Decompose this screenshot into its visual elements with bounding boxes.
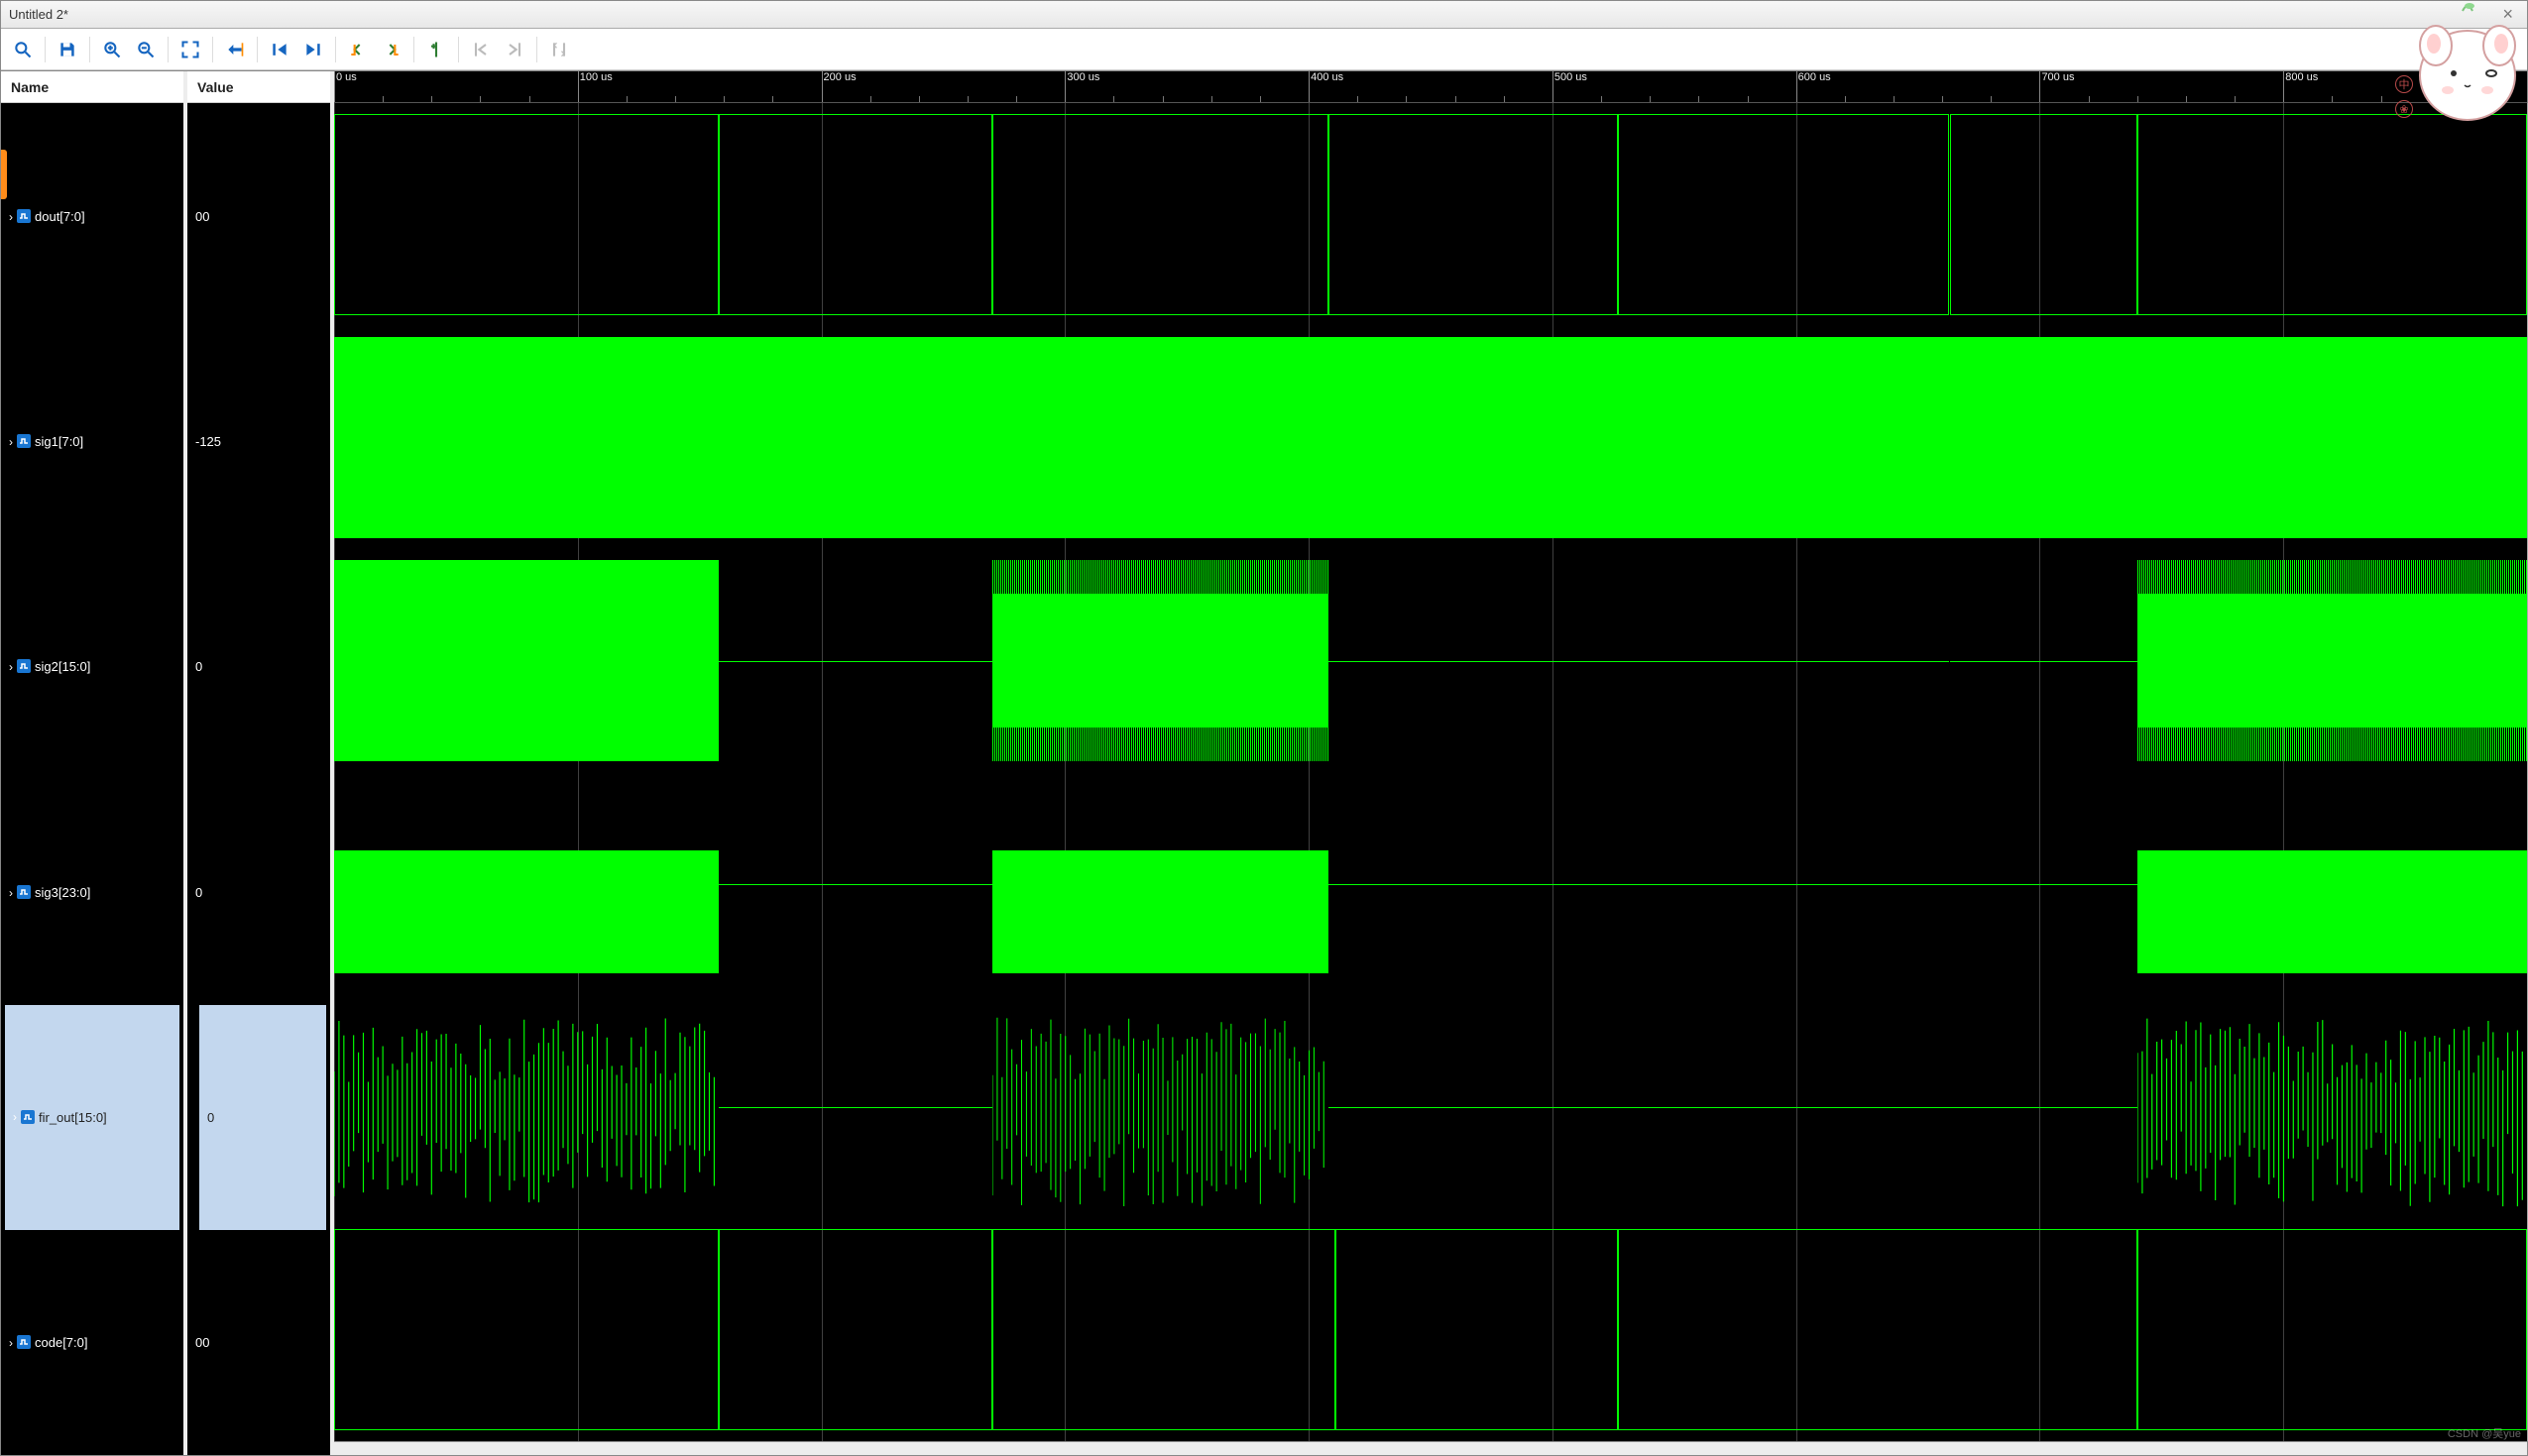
go-first-icon[interactable] [264, 34, 295, 65]
prev-marker-icon [465, 34, 497, 65]
signal-name-row[interactable]: › code[7:0] [1, 1230, 183, 1455]
signal-icon [17, 885, 31, 899]
ime-indicator2-icon[interactable]: ❀ [2395, 100, 2413, 118]
expand-icon[interactable]: › [9, 660, 13, 674]
signal-value-row[interactable]: 0 [187, 779, 330, 1004]
signal-name-row[interactable]: › sig1[7:0] [1, 328, 183, 553]
signal-name: code[7:0] [35, 1335, 88, 1350]
ruler-label: 0 us [336, 71, 357, 83]
left-resize-grip[interactable] [1, 150, 7, 199]
signal-name-row[interactable]: › sig2[15:0] [1, 554, 183, 779]
signal-name: sig1[7:0] [35, 434, 83, 449]
ruler-label: 100 us [580, 71, 613, 83]
ruler-label: 800 us [2285, 71, 2318, 83]
waveform-row-sig1[interactable] [334, 326, 2527, 549]
waveform-column[interactable]: 0 us 100 us 200 us 300 us 400 us 500 us 600 us… [334, 71, 2527, 1455]
toolbar-separator [89, 37, 90, 62]
signal-value-row[interactable]: 00 [187, 1230, 330, 1455]
toolbar-separator [257, 37, 258, 62]
close-icon[interactable]: × [2496, 4, 2519, 25]
ruler-label: 500 us [1554, 71, 1587, 83]
titlebar: Untitled 2* × [1, 1, 2527, 29]
signal-value-row[interactable]: -125 [187, 328, 330, 553]
signal-value: -125 [195, 434, 221, 449]
ruler-label: 400 us [1311, 71, 1343, 83]
waveform-row-code[interactable] [334, 1218, 2527, 1441]
signal-icon [21, 1110, 35, 1124]
main-area: Name › dout[7:0] › sig1[7:0] › sig2[15:0] › sig… [1, 70, 2527, 1455]
go-last-icon[interactable] [297, 34, 329, 65]
expand-icon[interactable]: › [9, 210, 13, 224]
signal-value-row[interactable]: 0 [187, 1004, 330, 1229]
signal-value: 00 [195, 209, 209, 224]
toolbar-separator [335, 37, 336, 62]
signal-name: fir_out[15:0] [39, 1110, 107, 1125]
signal-name-row[interactable]: › fir_out[15:0] [1, 1004, 183, 1229]
signal-value-row[interactable]: 00 [187, 103, 330, 328]
search-icon[interactable] [7, 34, 39, 65]
signal-name-row[interactable]: › dout[7:0] [1, 103, 183, 328]
zoom-fit-icon[interactable] [174, 34, 206, 65]
waveform-row-fir_out[interactable] [334, 995, 2527, 1218]
signal-icon [17, 659, 31, 673]
toolbar-separator [536, 37, 537, 62]
go-to-cursor-icon[interactable] [219, 34, 251, 65]
signal-name: sig3[23:0] [35, 885, 90, 900]
waveform-row-sig3[interactable] [334, 772, 2527, 995]
horizontal-scrollbar[interactable] [334, 1441, 2527, 1455]
time-ruler[interactable]: 0 us 100 us 200 us 300 us 400 us 500 us 600 us… [334, 71, 2527, 103]
expand-icon[interactable]: › [13, 1110, 17, 1124]
signal-value: 00 [195, 1335, 209, 1350]
signal-value: 0 [207, 1110, 214, 1125]
expand-icon[interactable]: › [9, 1336, 13, 1350]
value-column: Value 00-12500000 [187, 71, 334, 1455]
signal-value: 0 [195, 885, 202, 900]
expand-icon[interactable]: › [9, 435, 13, 449]
prev-transition-icon[interactable] [342, 34, 374, 65]
signal-name-row[interactable]: › sig3[23:0] [1, 779, 183, 1004]
value-column-header: Value [187, 71, 330, 103]
waveform-row-sig2[interactable] [334, 549, 2527, 772]
signal-value: 0 [195, 659, 202, 674]
signal-icon [17, 209, 31, 223]
signal-icon [17, 1335, 31, 1349]
name-column: Name › dout[7:0] › sig1[7:0] › sig2[15:0] › sig… [1, 71, 187, 1455]
next-marker-icon [499, 34, 530, 65]
signal-icon [17, 434, 31, 448]
swap-cursors-icon [543, 34, 575, 65]
zoom-in-icon[interactable] [96, 34, 128, 65]
toolbar-separator [212, 37, 213, 62]
toolbar-separator [413, 37, 414, 62]
ruler-label: 200 us [824, 71, 857, 83]
toolbar-separator [458, 37, 459, 62]
waveform-viewer-window: Untitled 2* × Name ›dout[7:0]›sig1[7:0]›… [0, 0, 2528, 1456]
zoom-out-icon[interactable] [130, 34, 162, 65]
save-icon[interactable] [52, 34, 83, 65]
signal-name: sig2[15:0] [35, 659, 90, 674]
signal-value-row[interactable]: 0 [187, 554, 330, 779]
ime-indicator-icon[interactable]: 中 [2395, 75, 2413, 93]
next-transition-icon[interactable] [376, 34, 407, 65]
ruler-label: 600 us [1798, 71, 1831, 83]
ruler-label: 300 us [1067, 71, 1099, 83]
toolbar-separator [168, 37, 169, 62]
window-title: Untitled 2* [9, 7, 68, 22]
toolbar [1, 29, 2527, 70]
signal-name: dout[7:0] [35, 209, 85, 224]
watermark: CSDN @吴yue [2448, 1425, 2521, 1441]
ruler-label: 700 us [2041, 71, 2074, 83]
waveform-row-dout[interactable] [334, 103, 2527, 326]
toolbar-separator [45, 37, 46, 62]
name-column-header: Name [1, 71, 183, 103]
expand-icon[interactable]: › [9, 886, 13, 900]
add-marker-icon[interactable] [420, 34, 452, 65]
